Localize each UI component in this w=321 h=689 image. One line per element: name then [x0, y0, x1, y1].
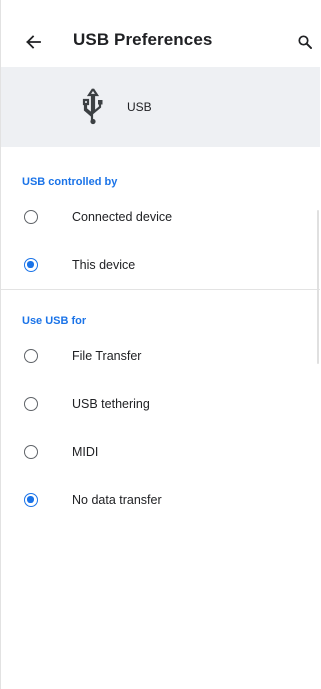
option-usb-tethering[interactable]: USB tethering — [1, 385, 320, 425]
back-button[interactable] — [19, 28, 47, 56]
option-label: File Transfer — [72, 349, 142, 363]
section-title-use-usb-for: Use USB for — [22, 315, 87, 327]
radio-button-checked-icon[interactable] — [24, 493, 38, 507]
radio-button-icon[interactable] — [24, 397, 38, 411]
usb-label: USB — [127, 100, 152, 114]
radio-button-checked-icon[interactable] — [24, 258, 38, 272]
option-label: USB tethering — [72, 397, 150, 411]
usb-preferences-screen: USB Preferences USB USB controlled by Co… — [0, 0, 320, 689]
usb-header: USB — [1, 67, 320, 147]
search-button[interactable] — [293, 28, 317, 56]
option-file-transfer[interactable]: File Transfer — [1, 337, 320, 377]
radio-button-icon[interactable] — [24, 349, 38, 363]
option-connected-device[interactable]: Connected device — [1, 198, 320, 238]
usb-icon — [82, 88, 103, 125]
search-icon — [298, 35, 312, 49]
option-label: This device — [72, 258, 136, 272]
option-this-device[interactable]: This device — [1, 246, 320, 286]
section-title-usb-controlled-by: USB controlled by — [22, 176, 118, 188]
scrollbar[interactable] — [317, 210, 319, 364]
radio-button-icon[interactable] — [24, 210, 38, 224]
option-label: MIDI — [72, 445, 99, 459]
option-label: No data transfer — [72, 493, 162, 507]
option-label: Connected device — [72, 210, 173, 224]
option-no-data-transfer[interactable]: No data transfer — [1, 481, 320, 521]
radio-button-icon[interactable] — [24, 445, 38, 459]
section-divider — [1, 289, 320, 290]
page-title: USB Preferences — [73, 30, 213, 49]
option-midi[interactable]: MIDI — [1, 433, 320, 473]
arrow-back-icon — [26, 35, 41, 49]
